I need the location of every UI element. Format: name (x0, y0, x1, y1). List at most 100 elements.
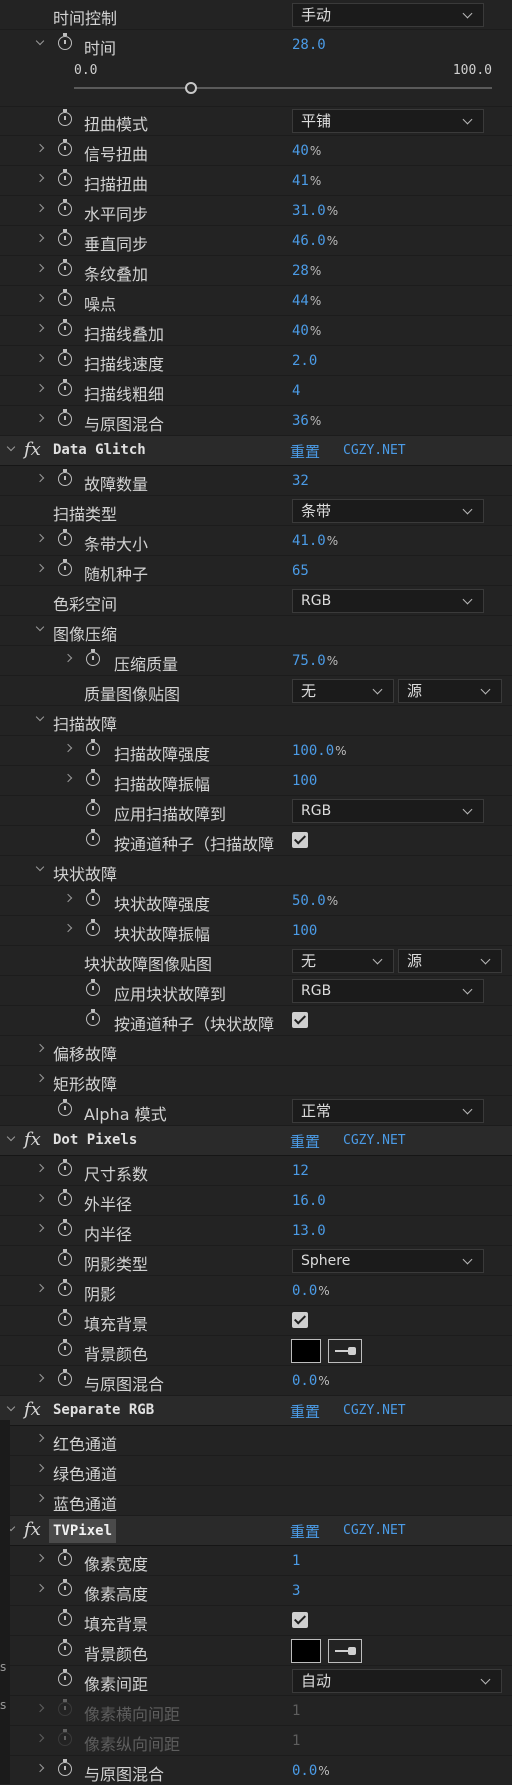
value-number[interactable]: 36 (292, 413, 309, 429)
block-channel-seed-checkbox[interactable] (292, 1012, 308, 1028)
prop-value[interactable]: 50.0% (292, 893, 338, 909)
stopwatch-icon[interactable] (86, 739, 100, 756)
eyedropper-icon[interactable] (328, 1339, 362, 1363)
stopwatch-icon[interactable] (86, 829, 100, 846)
chevron-right-icon[interactable] (63, 924, 73, 934)
color-swatch[interactable] (291, 1639, 321, 1663)
chevron-right-icon[interactable] (35, 474, 45, 484)
stopwatch-icon[interactable] (58, 409, 72, 426)
prop-value[interactable]: 41.0% (292, 533, 338, 549)
effect-header-data-glitch[interactable]: fx Data Glitch 重置 CGZY.NET (0, 436, 512, 466)
chevron-down-icon[interactable] (6, 1404, 16, 1414)
prop-value[interactable]: 100 (292, 923, 317, 939)
stopwatch-icon[interactable] (58, 1579, 72, 1596)
prop-value[interactable]: 46.0% (292, 233, 338, 249)
apply-scan-glitch-dropdown[interactable]: RGB (292, 799, 484, 823)
fx-icon[interactable]: fx (24, 1399, 41, 1420)
stopwatch-icon[interactable] (58, 379, 72, 396)
stopwatch-icon[interactable] (58, 349, 72, 366)
time-value[interactable]: 28.0 (292, 37, 326, 53)
prop-value[interactable]: 75.0% (292, 653, 338, 669)
value-number[interactable]: 75.0 (292, 653, 326, 669)
chevron-right-icon[interactable] (35, 234, 45, 244)
value-number[interactable]: 40 (292, 323, 309, 339)
stopwatch-icon[interactable] (58, 1309, 72, 1326)
stopwatch-icon[interactable] (86, 649, 100, 666)
scan-type-dropdown[interactable]: 条带 (292, 499, 484, 523)
stopwatch-icon[interactable] (58, 1759, 72, 1776)
chevron-right-icon[interactable] (35, 174, 45, 184)
stopwatch-icon[interactable] (58, 1249, 72, 1266)
fx-icon[interactable]: fx (24, 1129, 41, 1150)
chevron-right-icon[interactable] (35, 534, 45, 544)
quality-map-layer-dropdown[interactable]: 无 (292, 679, 394, 703)
stopwatch-icon[interactable] (58, 1549, 72, 1566)
stopwatch-icon[interactable] (58, 1279, 72, 1296)
reset-link[interactable]: 重置 (290, 1521, 320, 1542)
value-number[interactable]: 50.0 (292, 893, 326, 909)
stopwatch-icon[interactable] (86, 979, 100, 996)
site-link[interactable]: CGZY.NET (343, 443, 406, 458)
stopwatch-icon[interactable] (58, 1729, 72, 1746)
chevron-right-icon[interactable] (35, 1494, 45, 1504)
prop-value[interactable]: 41% (292, 173, 321, 189)
value-number[interactable]: 44 (292, 293, 309, 309)
stopwatch-icon[interactable] (58, 1669, 72, 1686)
effect-header-separate-rgb[interactable]: fx Separate RGB 重置 CGZY.NET (0, 1396, 512, 1426)
reset-link[interactable]: 重置 (290, 1131, 320, 1152)
prop-value[interactable]: 2.0 (292, 353, 317, 369)
color-space-dropdown[interactable]: RGB (292, 589, 484, 613)
group-green-channel[interactable]: 绿色通道 (0, 1456, 512, 1486)
chevron-right-icon[interactable] (35, 204, 45, 214)
stopwatch-icon[interactable] (86, 1009, 100, 1026)
prop-value[interactable]: 0.0% (292, 1373, 330, 1389)
group-scan-glitch[interactable]: 扫描故障 (0, 706, 512, 736)
prop-value[interactable]: 0.0% (292, 1763, 330, 1779)
chevron-right-icon[interactable] (35, 1584, 45, 1594)
value-number[interactable]: 0.0 (292, 1373, 317, 1389)
prop-value[interactable]: 16.0 (292, 1193, 326, 1209)
site-link[interactable]: CGZY.NET (343, 1403, 406, 1418)
group-block-glitch[interactable]: 块状故障 (0, 856, 512, 886)
prop-value[interactable]: 3 (292, 1583, 300, 1599)
chevron-right-icon[interactable] (35, 1164, 45, 1174)
stopwatch-icon[interactable] (58, 319, 72, 336)
value-number[interactable]: 46.0 (292, 233, 326, 249)
time-control-dropdown[interactable]: 手动 (292, 3, 484, 27)
prop-value[interactable]: 36% (292, 413, 321, 429)
prop-value[interactable]: 65 (292, 563, 309, 579)
prop-value[interactable]: 40% (292, 323, 321, 339)
chevron-right-icon[interactable] (63, 654, 73, 664)
block-map-layer-dropdown[interactable]: 无 (292, 949, 394, 973)
group-blue-channel[interactable]: 蓝色通道 (0, 1486, 512, 1516)
chevron-right-icon[interactable] (35, 264, 45, 274)
chevron-right-icon[interactable] (63, 894, 73, 904)
stopwatch-icon[interactable] (58, 33, 72, 50)
value-number[interactable]: 28 (292, 263, 309, 279)
prop-value[interactable]: 1 (292, 1553, 300, 1569)
chevron-right-icon[interactable] (35, 1224, 45, 1234)
stopwatch-icon[interactable] (58, 109, 72, 126)
chevron-right-icon[interactable] (35, 324, 45, 334)
stopwatch-icon[interactable] (86, 919, 100, 936)
effect-header-tvpixel[interactable]: fx TVPixel 重置 CGZY.NET (0, 1516, 512, 1546)
chevron-right-icon[interactable] (35, 1044, 45, 1054)
chevron-right-icon[interactable] (35, 1704, 45, 1714)
slider-track[interactable] (74, 82, 492, 94)
prop-value[interactable]: 100 (292, 773, 317, 789)
group-image-compression[interactable]: 图像压缩 (0, 616, 512, 646)
fill-bg-checkbox[interactable] (292, 1612, 308, 1628)
stopwatch-icon[interactable] (58, 1189, 72, 1206)
prop-value[interactable]: 12 (292, 1163, 309, 1179)
chevron-right-icon[interactable] (35, 1434, 45, 1444)
chevron-right-icon[interactable] (35, 1464, 45, 1474)
prop-value[interactable]: 40% (292, 143, 321, 159)
value-number[interactable]: 41.0 (292, 533, 326, 549)
stopwatch-icon[interactable] (58, 199, 72, 216)
prop-value[interactable]: 44% (292, 293, 321, 309)
stopwatch-icon[interactable] (58, 139, 72, 156)
chevron-right-icon[interactable] (63, 744, 73, 754)
chevron-right-icon[interactable] (35, 564, 45, 574)
prop-value[interactable]: 4 (292, 383, 300, 399)
stopwatch-icon[interactable] (58, 229, 72, 246)
